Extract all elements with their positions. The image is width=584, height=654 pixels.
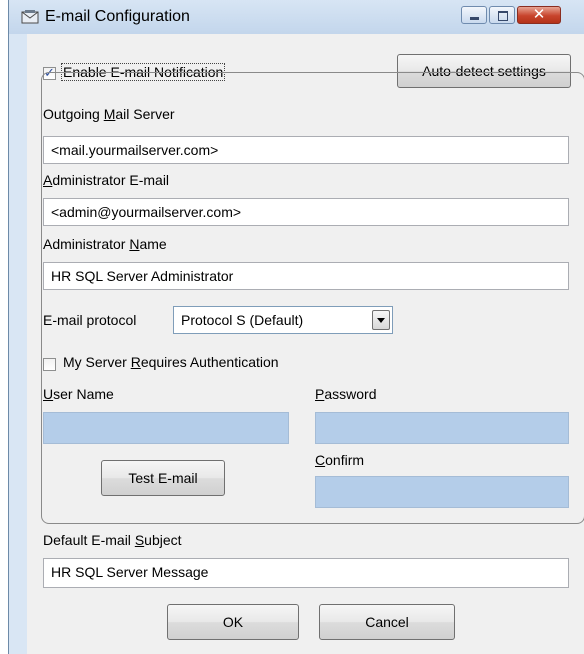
outgoing-server-label: Outgoing Mail Server (43, 106, 175, 122)
test-email-button[interactable]: Test E-mail (101, 460, 225, 496)
ok-button[interactable]: OK (167, 604, 299, 640)
window-title: E-mail Configuration (45, 8, 190, 25)
password-input[interactable] (315, 412, 569, 444)
email-protocol-label: E-mail protocol (43, 312, 137, 328)
maximize-button[interactable] (489, 6, 515, 24)
requires-auth-label[interactable]: My Server Requires Authentication (63, 354, 279, 370)
admin-name-input[interactable]: HR SQL Server Administrator (43, 262, 569, 290)
chevron-down-icon[interactable] (372, 310, 390, 330)
admin-email-input[interactable]: <admin@yourmailserver.com> (43, 198, 569, 226)
requires-auth-checkbox[interactable] (43, 358, 56, 371)
dialog-client-area: Enable E-mail Notification Auto-detect s… (27, 34, 584, 654)
outgoing-server-input[interactable]: <mail.yourmailserver.com> (43, 136, 569, 164)
default-subject-input[interactable]: HR SQL Server Message (43, 558, 569, 588)
confirm-password-input[interactable] (315, 476, 569, 508)
cancel-button[interactable]: Cancel (319, 604, 455, 640)
confirm-label: Confirm (315, 452, 365, 468)
minimize-button[interactable] (461, 6, 487, 24)
email-protocol-value: Protocol S (Default) (181, 312, 304, 328)
email-protocol-select[interactable]: Protocol S (Default) (173, 306, 393, 334)
email-config-window: E-mail Configuration ✕ Enable E-mail Not… (8, 0, 584, 654)
user-name-label: User Name (43, 386, 114, 402)
default-subject-label: Default E-mail Subject (43, 532, 182, 548)
close-button[interactable]: ✕ (517, 6, 561, 24)
password-label: Password (315, 386, 377, 402)
close-icon: ✕ (532, 6, 546, 23)
title-bar[interactable]: E-mail Configuration ✕ (9, 0, 584, 34)
mail-config-icon (21, 10, 39, 24)
admin-name-label: Administrator Name (43, 236, 167, 252)
user-name-input[interactable] (43, 412, 289, 444)
admin-email-label: Administrator E-mail (43, 172, 170, 188)
